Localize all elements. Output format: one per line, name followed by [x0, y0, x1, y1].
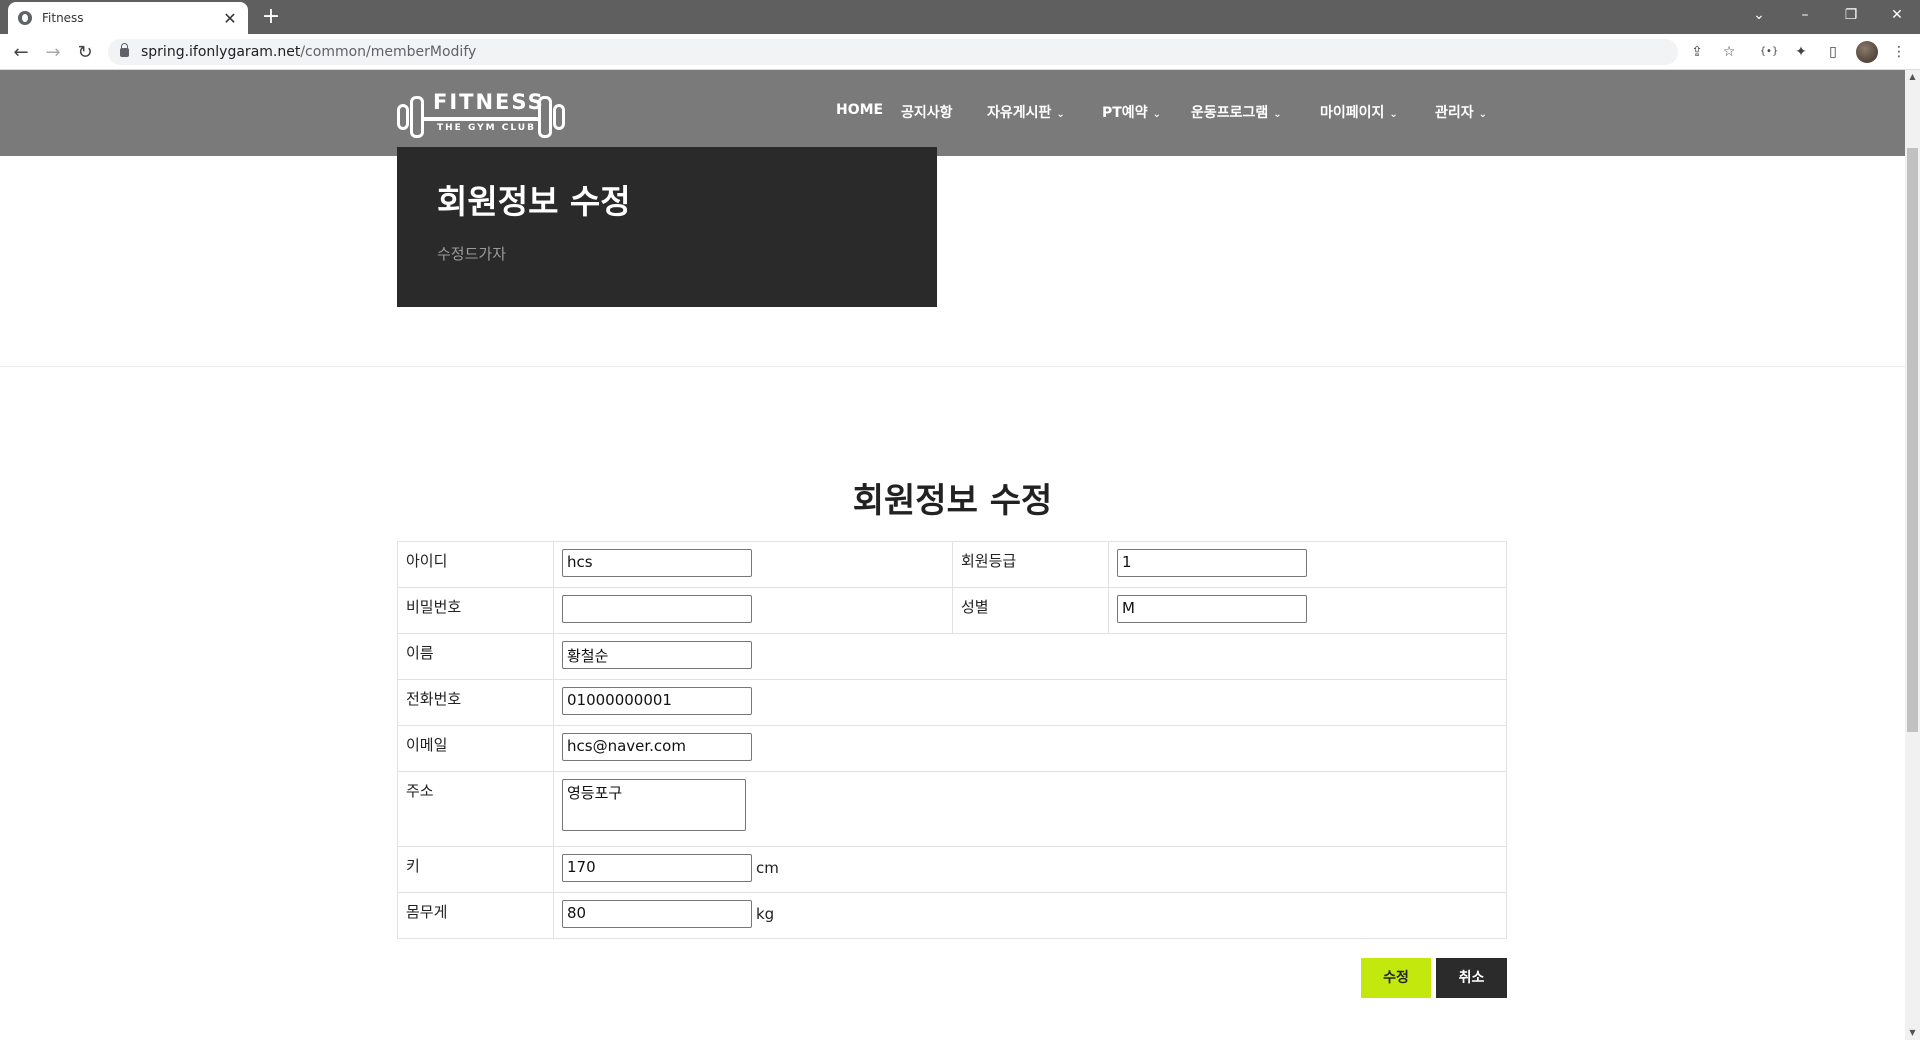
page-hero: 회원정보 수정 수정드가자	[397, 147, 937, 307]
chevron-down-icon: ⌄	[1389, 109, 1398, 120]
scrollbar-thumb[interactable]	[1907, 148, 1918, 732]
minimize-button[interactable]: –	[1782, 0, 1828, 30]
gender-input[interactable]: M	[1117, 595, 1307, 623]
address-textarea[interactable]: 영등포구	[562, 779, 746, 831]
gender-label: 성별	[952, 587, 1109, 634]
chevron-down-icon: ⌄	[1152, 109, 1161, 120]
password-label: 비밀번호	[397, 587, 554, 634]
nav-free-board[interactable]: 자유게시판 ⌄	[987, 102, 1065, 122]
submit-button[interactable]: 수정	[1361, 958, 1431, 998]
nav-pt-reservation[interactable]: PT예약 ⌄	[1102, 102, 1161, 122]
height-label: 키	[397, 846, 554, 893]
nav-exercise-program[interactable]: 운동프로그램 ⌄	[1191, 102, 1282, 122]
scroll-down-icon[interactable]: ▼	[1905, 1026, 1920, 1040]
phone-input[interactable]: 01000000001	[562, 687, 752, 715]
form-row: 전화번호 01000000001	[397, 679, 1507, 726]
url-text: spring.ifonlygaram.net/common/memberModi…	[141, 44, 477, 60]
lock-icon	[120, 42, 129, 57]
grade-label: 회원등급	[952, 541, 1109, 588]
form-row: 주소 영등포구	[397, 771, 1507, 847]
form-row: 이메일 hcs@naver.com	[397, 725, 1507, 772]
height-input[interactable]: 170	[562, 854, 752, 882]
password-input[interactable]	[562, 595, 752, 623]
weight-input[interactable]: 80	[562, 900, 752, 928]
form-row: 키 170 cm	[397, 846, 1507, 893]
reload-icon[interactable]: ↻	[72, 40, 98, 66]
scroll-up-icon[interactable]: ▲	[1905, 70, 1920, 84]
nav-mypage[interactable]: 마이페이지 ⌄	[1320, 102, 1398, 122]
weight-label: 몸무게	[397, 892, 554, 939]
address-bar[interactable]: spring.ifonlygaram.net/common/memberModi…	[108, 39, 1678, 65]
grade-input[interactable]: 1	[1117, 549, 1307, 577]
chevron-down-icon: ⌄	[1478, 109, 1488, 120]
nav-notice[interactable]: 공지사항	[901, 102, 953, 122]
menu-kebab-icon[interactable]: ⋮	[1889, 42, 1909, 62]
profile-avatar[interactable]	[1856, 41, 1878, 63]
puzzle-icon[interactable]: ✦	[1791, 42, 1811, 62]
extension-icon[interactable]: {•}	[1759, 42, 1779, 62]
weight-unit: kg	[756, 905, 775, 923]
close-tab-icon[interactable]: ✕	[222, 9, 238, 28]
restore-button[interactable]: ❐	[1828, 0, 1874, 30]
hero-subtitle: 수정드가자	[437, 245, 507, 263]
browser-tab[interactable]: Fitness ✕	[8, 2, 248, 34]
id-label: 아이디	[397, 541, 554, 588]
form-row: 몸무게 80 kg	[397, 892, 1507, 939]
logo-word: FITNESS	[433, 90, 545, 114]
hero-title: 회원정보 수정	[437, 182, 631, 221]
form-row: 비밀번호 성별 M	[397, 587, 1507, 634]
phone-label: 전화번호	[397, 679, 554, 726]
tab-title: Fitness	[42, 11, 84, 25]
chevron-down-icon: ⌄	[1273, 109, 1282, 120]
globe-icon	[18, 11, 32, 25]
site-logo[interactable]: FITNESS THE GYM CLUB	[397, 90, 565, 142]
side-panel-icon[interactable]: ▯	[1823, 42, 1843, 62]
browser-tab-bar: Fitness ✕ + ⌄ – ❐ ✕	[0, 0, 1920, 34]
nav-home[interactable]: HOME	[836, 102, 883, 118]
form-title: 회원정보 수정	[852, 481, 1053, 521]
email-input[interactable]: hcs@naver.com	[562, 733, 752, 761]
bookmark-star-icon[interactable]: ☆	[1719, 42, 1739, 62]
browser-toolbar: ← → ↻ spring.ifonlygaram.net/common/memb…	[0, 34, 1920, 70]
id-input[interactable]: hcs	[562, 549, 752, 577]
form-row: 이름 황철순	[397, 633, 1507, 680]
form-row: 아이디 hcs 회원등급 1	[397, 541, 1507, 588]
share-icon[interactable]: ⇪	[1687, 42, 1707, 62]
close-window-button[interactable]: ✕	[1874, 0, 1920, 30]
name-input[interactable]: 황철순	[562, 641, 752, 669]
height-unit: cm	[756, 859, 779, 877]
nav-admin[interactable]: 관리자 ⌄	[1435, 102, 1487, 122]
name-label: 이름	[397, 633, 554, 680]
new-tab-button[interactable]: +	[258, 4, 284, 30]
member-modify-form: 아이디 hcs 회원등급 1 비밀번호 성별 M 이름 황철순 전화번호 010…	[397, 541, 1507, 939]
tab-search-icon[interactable]: ⌄	[1736, 0, 1782, 30]
address-label: 주소	[397, 771, 554, 847]
forward-icon[interactable]: →	[40, 40, 66, 66]
back-icon[interactable]: ←	[8, 40, 34, 66]
logo-subtitle: THE GYM CLUB	[437, 123, 536, 133]
section-divider	[0, 366, 1905, 367]
chevron-down-icon: ⌄	[1056, 109, 1065, 120]
cancel-button[interactable]: 취소	[1436, 958, 1507, 998]
email-label: 이메일	[397, 725, 554, 772]
